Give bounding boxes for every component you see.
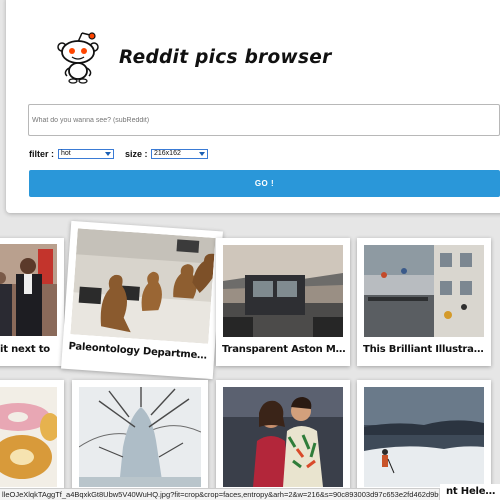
pic-card-3[interactable]: Transparent Aston Martin... — [216, 238, 350, 366]
pic-thumbnail-6 — [79, 387, 201, 487]
pic-thumbnail-8 — [364, 387, 484, 487]
pic-caption-partial: nt Hele... — [446, 486, 496, 497]
link-url-status-bar: lleOJeXlqkTAggTf_a4BqxkGt8Ubw5V40WuHQ.jp… — [0, 488, 440, 500]
pic-card-7[interactable] — [216, 380, 350, 490]
filter-label: filter : — [29, 149, 55, 159]
pic-card-partial[interactable]: nt Hele... — [440, 484, 500, 500]
reddit-alien-icon — [57, 32, 99, 84]
go-button[interactable]: GO ! — [29, 170, 500, 197]
pic-card-4[interactable]: This Brilliant Illustration S... — [357, 238, 491, 366]
size-select[interactable]: 216x162 — [151, 149, 208, 159]
chevron-down-icon — [105, 152, 111, 156]
app-title: Reddit pics browser — [119, 47, 332, 68]
pic-card-2[interactable]: Paleontology Department o... — [61, 220, 223, 380]
filter-selected-value: hot — [61, 150, 71, 157]
pic-card-8[interactable] — [357, 380, 491, 490]
pic-caption-3: Transparent Aston Martin... — [222, 344, 346, 355]
pic-thumbnail-5 — [0, 387, 57, 487]
pic-card-6[interactable] — [72, 380, 208, 490]
pic-caption-1: it next to — [0, 344, 50, 355]
filter-select[interactable]: hot — [58, 149, 114, 159]
pic-card-5[interactable] — [0, 380, 64, 490]
pic-card-1[interactable]: it next to — [0, 238, 64, 366]
pic-thumbnail-3 — [223, 245, 343, 337]
pic-thumbnail-7 — [223, 387, 343, 487]
pic-thumbnail-1 — [0, 244, 57, 336]
chevron-down-icon — [199, 152, 205, 156]
size-label: size : — [125, 149, 148, 159]
size-selected-value: 216x162 — [154, 150, 181, 157]
pic-thumbnail-2 — [70, 228, 216, 344]
pic-caption-2: Paleontology Department o... — [68, 341, 210, 362]
pic-caption-4: This Brilliant Illustration S... — [363, 344, 487, 355]
pic-thumbnail-4 — [364, 245, 484, 337]
subreddit-search-input[interactable] — [28, 104, 500, 136]
